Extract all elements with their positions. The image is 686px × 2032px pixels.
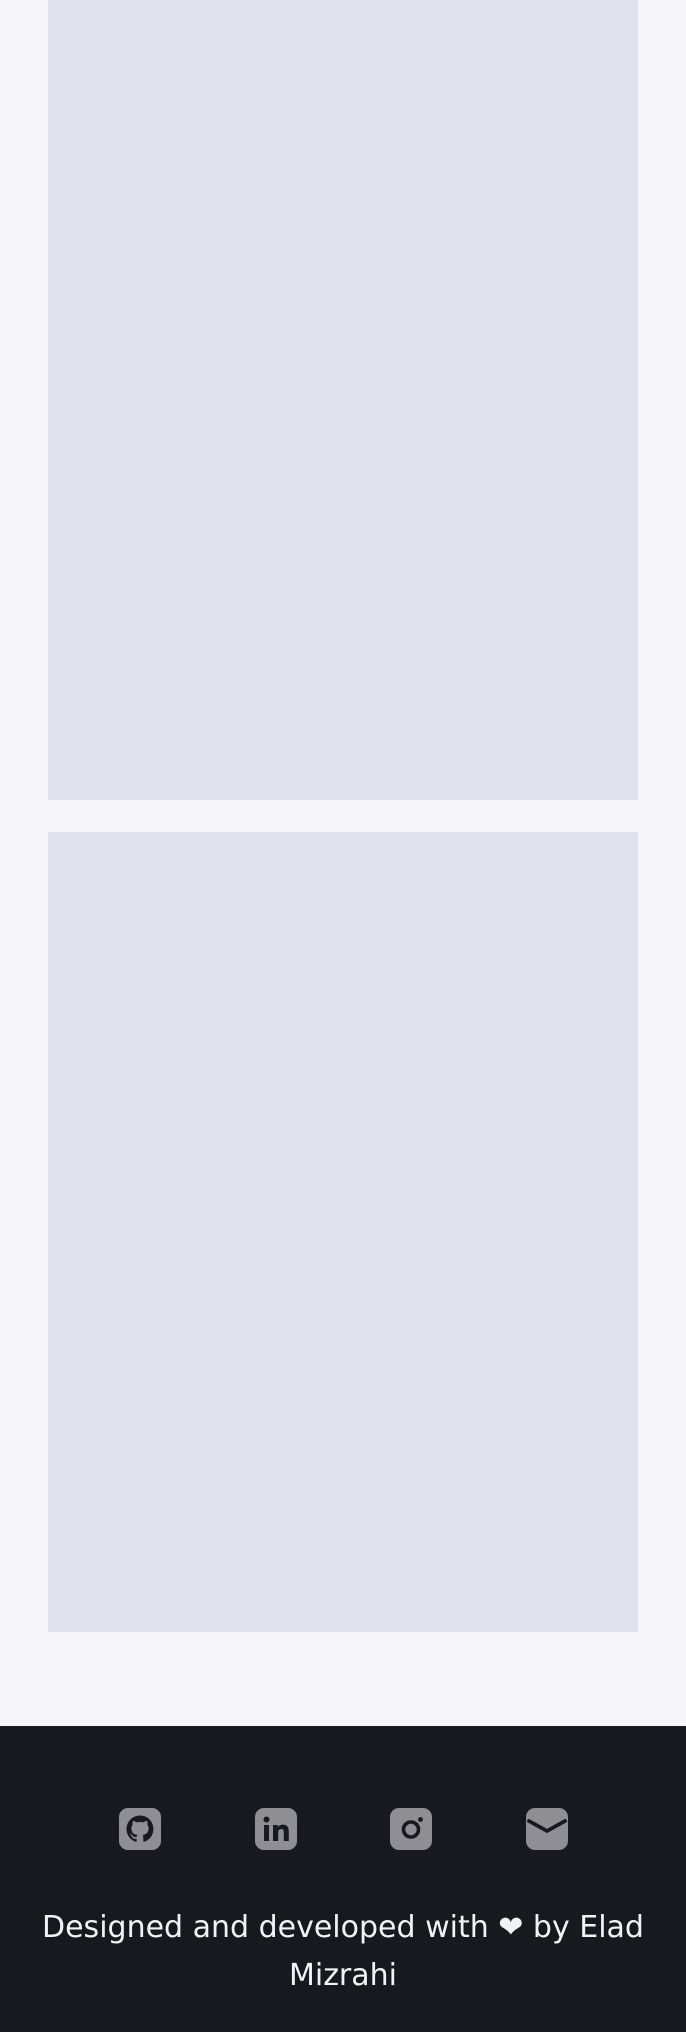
instagram-icon xyxy=(390,1808,432,1850)
instagram-link[interactable] xyxy=(389,1807,433,1851)
github-icon xyxy=(119,1808,161,1850)
main-content xyxy=(0,0,686,1726)
image-placeholder-card xyxy=(48,0,638,800)
linkedin-icon xyxy=(255,1808,297,1850)
envelope-icon xyxy=(526,1808,568,1850)
image-placeholder-card xyxy=(48,832,638,1632)
github-link[interactable] xyxy=(118,1807,162,1851)
linkedin-link[interactable] xyxy=(254,1807,298,1851)
site-footer: Designed and developed with ❤ by Elad Mi… xyxy=(0,1726,686,2032)
social-links xyxy=(0,1807,686,1851)
footer-credit: Designed and developed with ❤ by Elad Mi… xyxy=(42,1910,644,1993)
email-link[interactable] xyxy=(525,1807,569,1851)
